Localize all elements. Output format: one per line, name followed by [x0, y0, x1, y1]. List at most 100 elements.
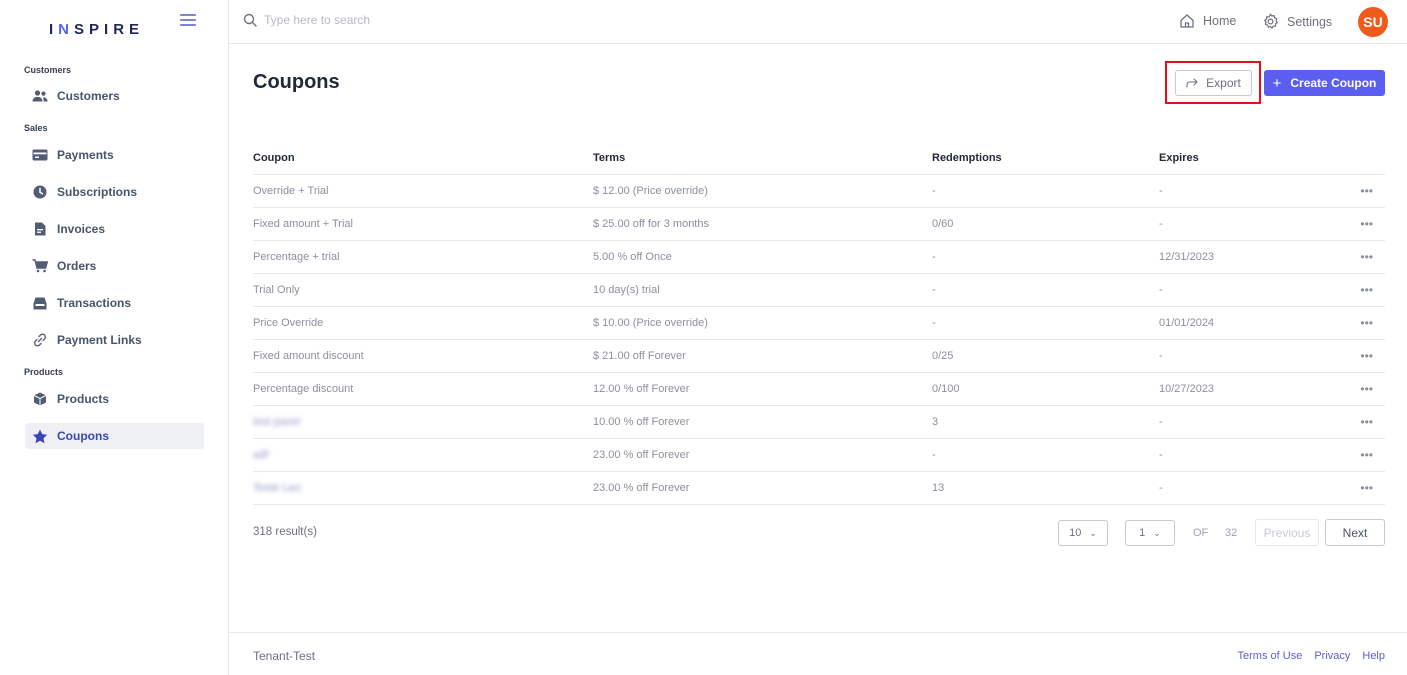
row-actions-icon[interactable]: •••	[1349, 382, 1385, 396]
expires-cell: 10/27/2023	[1159, 383, 1215, 395]
sidebar-item-subscriptions[interactable]: Subscriptions	[25, 179, 204, 205]
sidebar-item-coupons[interactable]: Coupons	[25, 423, 204, 449]
terms-cell: $ 21.00 off Forever	[593, 350, 686, 362]
home-link[interactable]: Home	[1179, 13, 1236, 29]
sidebar-item-label: Subscriptions	[57, 185, 138, 199]
page-number-value: 1	[1139, 527, 1146, 539]
table-row[interactable]: Percentage + trial 5.00 % off Once - 12/31/…	[253, 241, 1385, 274]
gear-icon	[1264, 13, 1278, 29]
cart-icon	[32, 258, 48, 274]
footer: Tenant-Test Terms of Use Privacy Help	[229, 632, 1407, 675]
table-row[interactable]: test pavel 10.00 % off Forever 3 - •••	[253, 406, 1385, 439]
sidebar-item-transactions[interactable]: Transactions	[25, 290, 204, 316]
search-bar	[243, 13, 564, 27]
sidebar-item-label: Products	[57, 392, 110, 406]
redemptions-cell: 0/100	[932, 383, 960, 395]
table-row[interactable]: adf 23.00 % off Forever - - •••	[253, 439, 1385, 472]
row-actions-icon[interactable]: •••	[1349, 481, 1385, 495]
sidebar-item-label: Transactions	[57, 296, 132, 310]
clock-icon	[32, 184, 48, 200]
chevron-down-icon: ⌄	[1153, 527, 1161, 538]
redemptions-cell: 0/60	[932, 218, 954, 230]
terms-cell: 23.00 % off Forever	[593, 449, 690, 461]
expires-cell: -	[1159, 482, 1163, 494]
chevron-down-icon: ⌄	[1089, 527, 1097, 538]
coupon-name-cell: Override + Trial	[253, 185, 329, 197]
table-header: Coupon Terms Redemptions Expires	[253, 142, 1385, 175]
row-actions-icon[interactable]: •••	[1349, 316, 1385, 330]
next-button[interactable]: Next	[1325, 519, 1385, 546]
terms-cell: $ 25.00 off for 3 months	[593, 218, 709, 230]
redemptions-cell: 0/25	[932, 350, 954, 362]
table-row[interactable]: Percentage discount 12.00 % off Forever 0/…	[253, 373, 1385, 406]
home-icon	[1180, 14, 1194, 28]
settings-label: Settings	[1287, 14, 1333, 29]
export-label: Export	[1206, 76, 1241, 90]
expires-cell: 12/31/2023	[1159, 251, 1215, 263]
coupon-name-cell: Trial Only	[253, 284, 300, 296]
column-header-terms: Terms	[593, 152, 626, 164]
menu-toggle-icon[interactable]	[180, 14, 196, 28]
table-row[interactable]: Teste Leo 23.00 % off Forever 13 - •••	[253, 472, 1385, 505]
sidebar-item-label: Payments	[57, 148, 114, 162]
coupon-name-cell: Percentage + trial	[253, 251, 340, 263]
coupon-name-cell: Fixed amount + Trial	[253, 218, 353, 230]
search-input[interactable]	[264, 13, 564, 27]
topbar: Home Settings SU	[229, 0, 1407, 44]
page-number-select[interactable]: 1 ⌄	[1125, 520, 1175, 546]
table-row[interactable]: Fixed amount discount $ 21.00 off Forever…	[253, 340, 1385, 373]
privacy-link[interactable]: Privacy	[1314, 650, 1350, 662]
row-actions-icon[interactable]: •••	[1349, 349, 1385, 363]
page-title: Coupons	[253, 71, 340, 93]
terms-cell: 12.00 % off Forever	[593, 383, 690, 395]
expires-cell: -	[1159, 218, 1163, 230]
expires-cell: -	[1159, 416, 1163, 428]
column-header-coupon: Coupon	[253, 152, 295, 164]
terms-cell: 10.00 % off Forever	[593, 416, 690, 428]
coupon-name-cell: Teste Leo	[253, 482, 301, 494]
expires-cell: -	[1159, 350, 1163, 362]
sidebar-item-payment-links[interactable]: Payment Links	[25, 327, 204, 353]
page-size-select[interactable]: 10 ⌄	[1058, 520, 1108, 546]
redemptions-cell: 13	[932, 482, 945, 494]
sidebar-item-label: Coupons	[57, 429, 109, 443]
expires-cell: -	[1159, 185, 1163, 197]
row-actions-icon[interactable]: •••	[1349, 184, 1385, 198]
expires-cell: -	[1159, 449, 1163, 461]
table-row[interactable]: Override + Trial $ 12.00 (Price override)…	[253, 175, 1385, 208]
document-icon	[32, 221, 48, 237]
expires-cell: 01/01/2024	[1159, 317, 1215, 329]
row-actions-icon[interactable]: •••	[1349, 415, 1385, 429]
sidebar-item-payments[interactable]: Payments	[25, 142, 204, 168]
redemptions-cell: -	[932, 449, 936, 461]
terms-cell: 10 day(s) trial	[593, 284, 660, 296]
row-actions-icon[interactable]: •••	[1349, 217, 1385, 231]
row-actions-icon[interactable]: •••	[1349, 250, 1385, 264]
help-link[interactable]: Help	[1362, 650, 1385, 662]
total-pages: 32	[1225, 527, 1238, 539]
coupon-name-cell: Price Override	[253, 317, 324, 329]
sidebar-item-customers[interactable]: Customers	[25, 83, 204, 109]
coupon-name-cell: Percentage discount	[253, 383, 354, 395]
box-icon	[32, 391, 48, 407]
terms-of-use-link[interactable]: Terms of Use	[1238, 650, 1303, 662]
sidebar-item-invoices[interactable]: Invoices	[25, 216, 204, 242]
create-coupon-button[interactable]: + Create Coupon	[1264, 70, 1385, 96]
avatar[interactable]: SU	[1358, 7, 1388, 37]
sidebar-item-products[interactable]: Products	[25, 386, 204, 412]
export-button[interactable]: Export	[1175, 70, 1252, 96]
column-header-expires: Expires	[1159, 152, 1199, 164]
settings-link[interactable]: Settings	[1262, 13, 1332, 30]
table-row[interactable]: Fixed amount + Trial $ 25.00 off for 3 mo…	[253, 208, 1385, 241]
table-row[interactable]: Trial Only 10 day(s) trial - - •••	[253, 274, 1385, 307]
page-size-value: 10	[1069, 527, 1082, 539]
previous-button[interactable]: Previous	[1255, 519, 1319, 546]
row-actions-icon[interactable]: •••	[1349, 448, 1385, 462]
share-arrow-icon	[1186, 78, 1198, 88]
sidebar-item-label: Invoices	[57, 222, 106, 236]
brand-logo[interactable]: INSPIRE	[49, 21, 144, 38]
table-row[interactable]: Price Override $ 10.00 (Price override) - 0…	[253, 307, 1385, 340]
users-icon	[32, 88, 48, 104]
row-actions-icon[interactable]: •••	[1349, 283, 1385, 297]
sidebar-item-orders[interactable]: Orders	[25, 253, 204, 279]
